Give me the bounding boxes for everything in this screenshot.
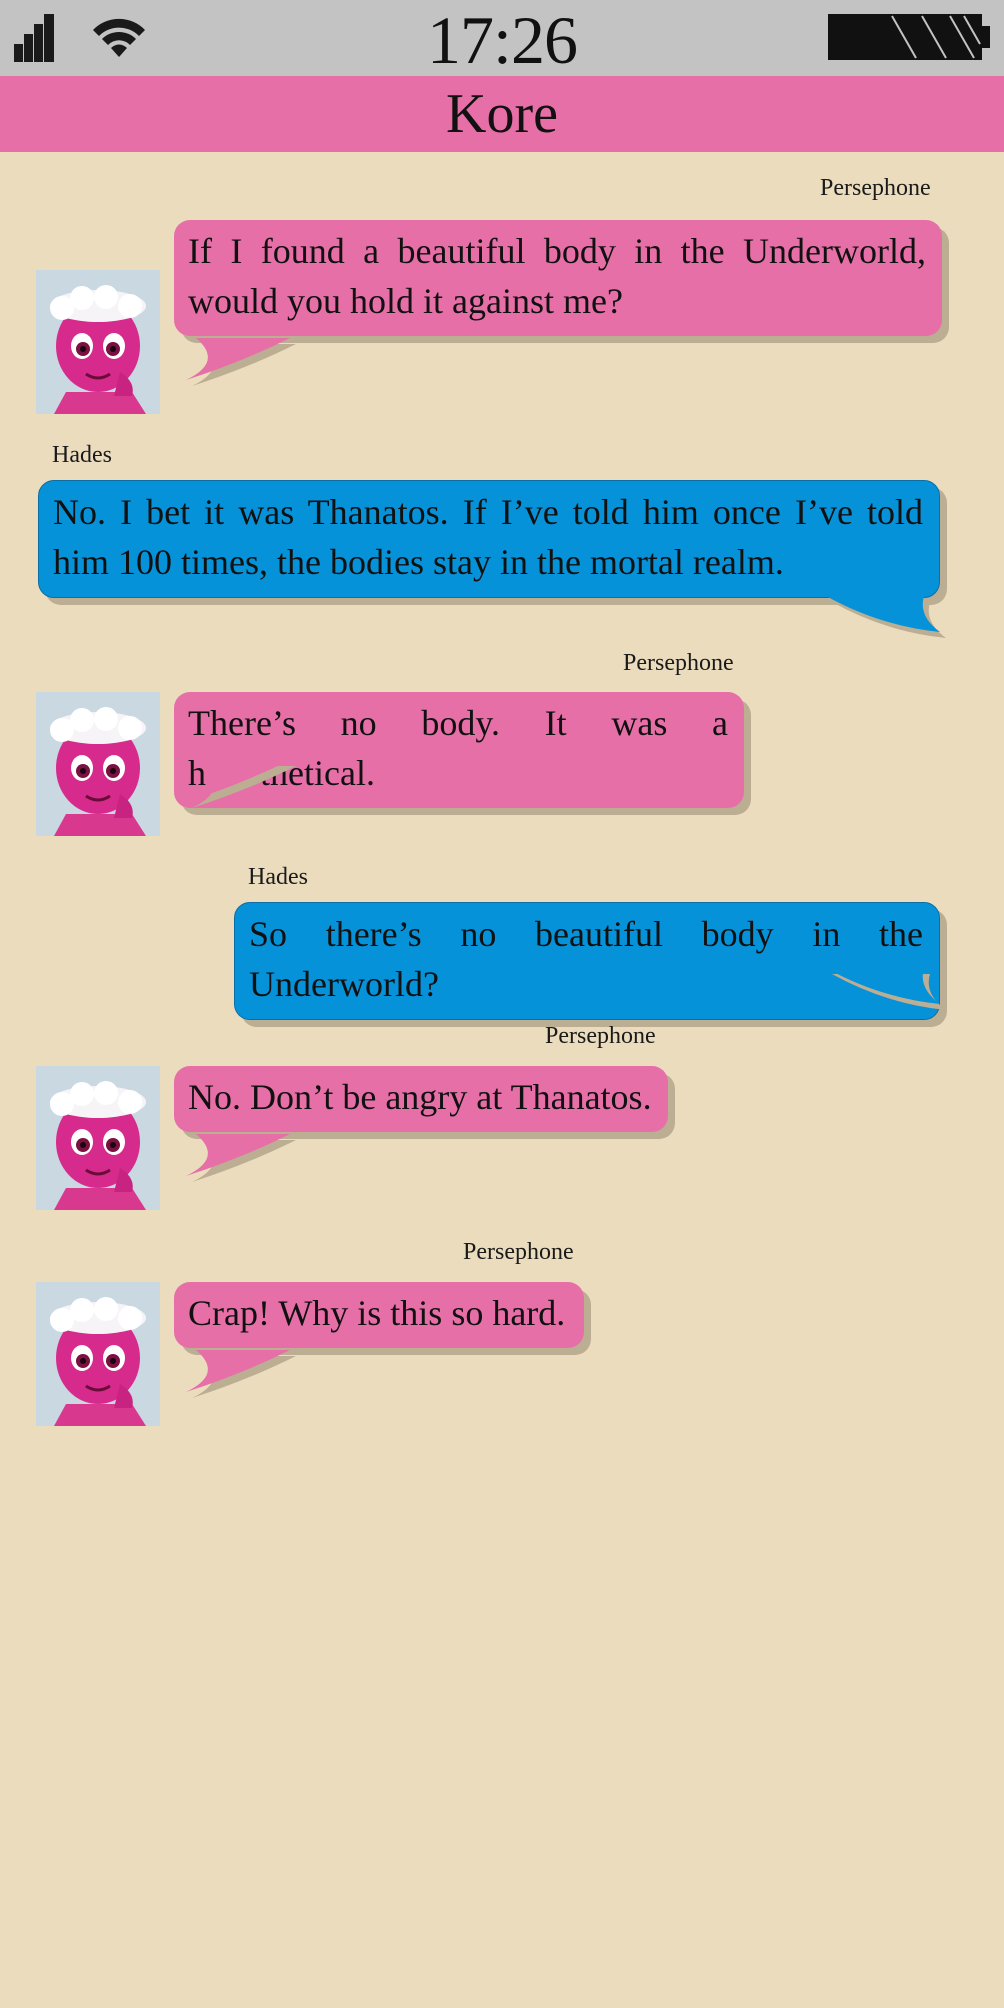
- bubble-tail: [186, 1134, 296, 1182]
- sender-name: Persephone: [545, 1023, 656, 1049]
- bubble-tail: [186, 760, 296, 808]
- bubble-tail: [186, 338, 296, 386]
- battery-icon: [828, 14, 990, 60]
- sender-name: Persephone: [463, 1239, 574, 1265]
- message-bubble[interactable]: No. Don’t be angry at Thanatos.: [174, 1066, 668, 1132]
- bubble-tail: [826, 596, 946, 638]
- message-thread[interactable]: Persephone If I found a beautiful body i…: [0, 152, 1004, 2008]
- message-bubble[interactable]: If I found a beautiful body in the Under…: [174, 220, 942, 336]
- persephone-portrait-icon: [36, 692, 160, 836]
- conversation-header: Kore: [0, 76, 1004, 152]
- message-bubble[interactable]: No. I bet it was Thanatos. If I’ve told …: [38, 480, 940, 598]
- bubble-tail: [826, 968, 946, 1010]
- avatar[interactable]: [36, 1066, 160, 1210]
- message-text: No. Don’t be angry at Thanatos.: [188, 1077, 652, 1117]
- avatar[interactable]: [36, 692, 160, 836]
- sender-name: Persephone: [623, 650, 734, 676]
- persephone-portrait-icon: [36, 1066, 160, 1210]
- message-bubble[interactable]: Crap! Why is this so hard.: [174, 1282, 584, 1348]
- message-text: So there’s no beautiful body in the Unde…: [249, 914, 923, 1004]
- sender-name: Persephone: [820, 175, 931, 201]
- sender-name: Hades: [248, 864, 308, 890]
- avatar[interactable]: [36, 270, 160, 414]
- persephone-portrait-icon: [36, 270, 160, 414]
- status-bar: 17:26: [0, 0, 1004, 78]
- message-text: Crap! Why is this so hard.: [188, 1293, 566, 1333]
- sender-name: Hades: [52, 442, 112, 468]
- contact-name: Kore: [446, 83, 558, 145]
- avatar[interactable]: [36, 1282, 160, 1426]
- message-text: No. I bet it was Thanatos. If I’ve told …: [53, 492, 923, 582]
- persephone-portrait-icon: [36, 1282, 160, 1426]
- bubble-tail: [186, 1350, 296, 1398]
- message-text: If I found a beautiful body in the Under…: [188, 231, 926, 321]
